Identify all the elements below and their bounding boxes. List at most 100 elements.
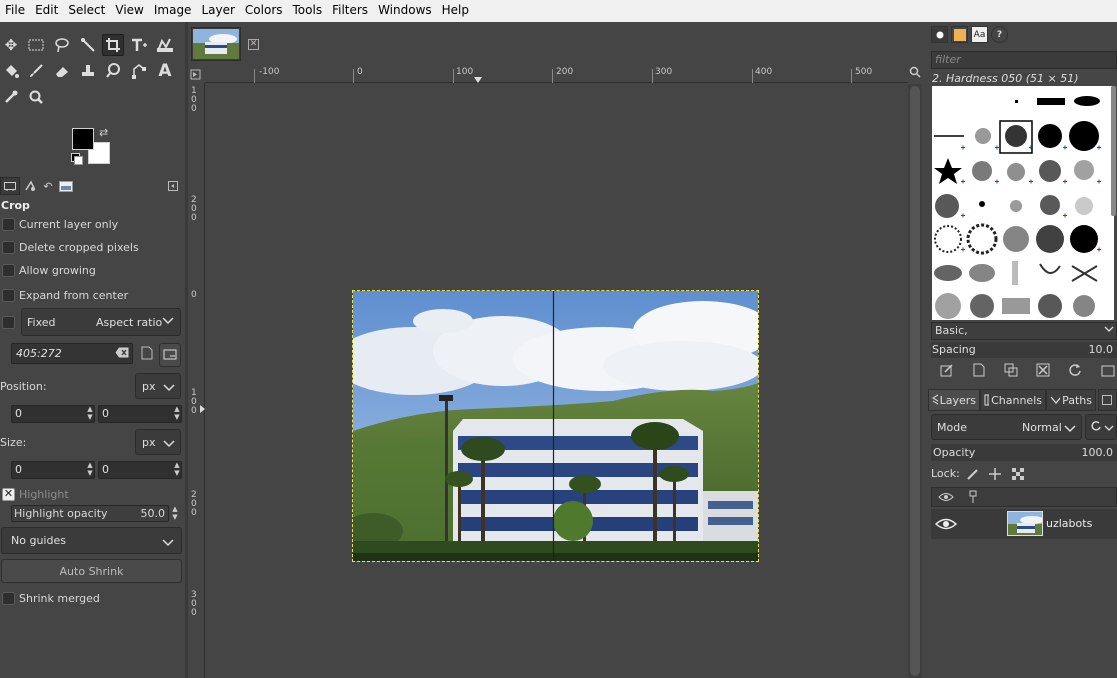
layer-mode-combo[interactable]: Mode Normal [931, 414, 1082, 440]
zoom-navigate-icon[interactable] [908, 66, 922, 83]
layer-thumbnail [1007, 511, 1043, 536]
device-status-tab-icon[interactable] [20, 177, 40, 195]
tab-layers[interactable]: Layers [928, 389, 980, 411]
help-tab-icon[interactable]: ? [991, 26, 1008, 43]
close-tab-icon[interactable]: ✕ [248, 39, 259, 50]
default-colors-icon[interactable] [71, 153, 83, 165]
ruler-corner-icon[interactable] [188, 66, 205, 83]
swap-colors-icon[interactable]: ⇄ [99, 126, 108, 139]
menu-colors[interactable]: Colors [240, 0, 288, 22]
fixed-checkbox[interactable] [2, 316, 15, 329]
brush-grid-scrollbar[interactable] [1111, 86, 1116, 216]
layer-name[interactable]: uzlabots [1046, 517, 1092, 530]
menu-view[interactable]: View [110, 0, 148, 22]
canvas-area[interactable] [205, 84, 908, 678]
edit-brush-icon[interactable] [940, 363, 954, 380]
color-picker-icon[interactable] [0, 86, 22, 108]
tab-paths[interactable]: Paths [1046, 389, 1096, 411]
paintbrush-icon[interactable] [25, 60, 47, 82]
menu-image[interactable]: Image [149, 0, 197, 22]
highlight-opacity-slider[interactable]: Highlight opacity 50.0 [11, 505, 169, 522]
rect-select-icon[interactable] [25, 34, 47, 56]
menu-help[interactable]: Help [437, 0, 474, 22]
eraser-icon[interactable] [51, 60, 73, 82]
fuzzy-select-icon[interactable] [77, 34, 99, 56]
auto-shrink-button[interactable]: Auto Shrink [1, 559, 182, 583]
position-y-stepper[interactable]: ▲ ▼ [172, 405, 182, 423]
move-tool-icon[interactable]: ✥ [0, 34, 22, 56]
expand-from-center-checkbox[interactable] [2, 289, 15, 302]
canvas-vertical-scrollbar[interactable] [908, 84, 922, 678]
path-tool-icon[interactable] [128, 60, 150, 82]
bucket-fill-icon[interactable] [0, 60, 22, 82]
size-width-stepper[interactable]: ▲ ▼ [85, 461, 95, 479]
allow-growing-checkbox[interactable] [2, 264, 15, 277]
brush-preset-combo[interactable]: Basic, [931, 322, 1117, 340]
size-height-input[interactable]: 0 [98, 461, 182, 479]
layers-dock-menu-icon[interactable] [1098, 389, 1117, 411]
menu-windows[interactable]: Windows [373, 0, 437, 22]
highlight-opacity-stepper[interactable]: ▲ ▼ [170, 505, 180, 522]
layer-opacity-slider[interactable]: Opacity 100.0 [931, 444, 1117, 461]
lasso-icon[interactable] [51, 34, 73, 56]
position-y-input[interactable]: 0 [98, 405, 182, 423]
delete-brush-icon[interactable] [1036, 363, 1050, 380]
brush-filter-input[interactable]: filter [931, 51, 1117, 69]
h-ruler-label: -100 [259, 67, 280, 77]
landscape-button[interactable] [159, 343, 181, 367]
menu-edit[interactable]: Edit [30, 0, 63, 22]
undo-history-tab-icon[interactable]: ↶ [38, 177, 58, 195]
clone-icon[interactable] [77, 60, 99, 82]
fonts-tab-icon[interactable]: Aa [971, 26, 988, 43]
lock-pixels-icon[interactable] [966, 467, 980, 486]
warp-tool-icon[interactable] [154, 34, 176, 56]
layer-row[interactable]: uzlabots [931, 509, 1117, 539]
fixed-mode-combo[interactable]: Fixed Aspect ratio [21, 308, 181, 336]
shrink-merged-checkbox[interactable] [2, 592, 15, 605]
clear-entry-icon[interactable] [115, 347, 129, 361]
menu-file[interactable]: File [0, 0, 30, 22]
new-brush-icon[interactable] [972, 363, 986, 380]
position-x-stepper[interactable]: ▲ ▼ [85, 405, 95, 423]
highlight-checkbox[interactable]: ✕ [2, 488, 15, 501]
text-tool-icon[interactable]: A [154, 60, 176, 82]
dock-menu-icon[interactable] [166, 177, 180, 195]
current-layer-only-checkbox[interactable] [2, 218, 15, 231]
image-tab-thumbnail[interactable] [191, 27, 241, 61]
spacing-slider[interactable]: Spacing 10.0 [931, 342, 1117, 358]
composite-mode-combo[interactable] [1085, 414, 1117, 440]
brushes-tab-icon[interactable] [931, 26, 948, 43]
tool-options-tab-icon[interactable] [0, 177, 20, 195]
portrait-icon[interactable] [141, 346, 153, 363]
size-height-stepper[interactable]: ▲ ▼ [172, 461, 182, 479]
size-unit-combo[interactable]: px [135, 429, 181, 455]
menu-tools[interactable]: Tools [288, 0, 328, 22]
shrink-merged-label: Shrink merged [19, 592, 100, 605]
menu-filters[interactable]: Filters [327, 0, 373, 22]
position-unit-combo[interactable]: px [135, 373, 181, 399]
smudge-icon[interactable] [102, 60, 124, 82]
scrollbar-thumb[interactable] [910, 86, 920, 676]
zoom-tool-icon[interactable] [25, 86, 47, 108]
lock-position-icon[interactable] [988, 467, 1002, 486]
menu-layer[interactable]: Layer [196, 0, 239, 22]
crop-tool-icon[interactable] [102, 34, 124, 56]
refresh-brushes-icon[interactable] [1068, 363, 1082, 380]
guides-combo[interactable]: No guides [1, 527, 182, 554]
duplicate-brush-icon[interactable] [1004, 363, 1018, 380]
open-as-image-icon[interactable] [1101, 363, 1115, 380]
patterns-tab-icon[interactable] [951, 26, 968, 43]
lock-alpha-icon[interactable] [1011, 467, 1025, 486]
foreground-color-swatch[interactable] [72, 128, 94, 150]
position-x-input[interactable]: 0 [11, 405, 95, 423]
transform-tool-icon[interactable] [128, 34, 150, 56]
tab-channels[interactable]: Channels [980, 389, 1046, 411]
brush-grid[interactable] [932, 86, 1114, 320]
image-canvas[interactable] [352, 290, 759, 562]
size-width-input[interactable]: 0 [11, 461, 95, 479]
ratio-input[interactable]: 405:272 [11, 343, 133, 364]
images-tab-icon[interactable] [56, 177, 76, 195]
menu-select[interactable]: Select [63, 0, 110, 22]
visibility-eye-icon[interactable] [934, 517, 958, 534]
delete-cropped-pixels-checkbox[interactable] [2, 241, 15, 254]
